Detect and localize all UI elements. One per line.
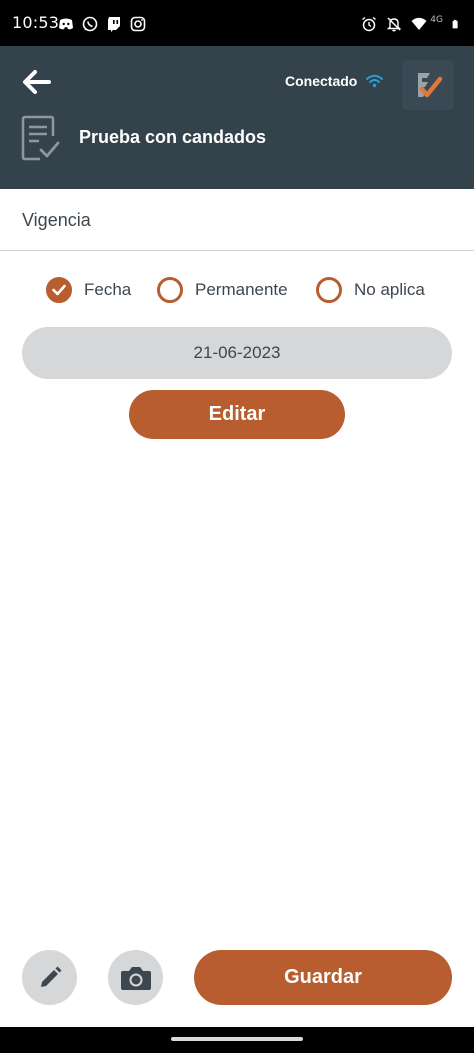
check-icon bbox=[52, 284, 66, 296]
vigencia-options: Fecha Permanente No aplica bbox=[0, 277, 474, 305]
app-header: Conectado Prueba con candados bbox=[0, 46, 474, 189]
checklist-document-icon bbox=[21, 115, 60, 161]
network-4g-label: 4G bbox=[430, 15, 443, 25]
battery-icon bbox=[452, 19, 458, 29]
radio-unchecked-icon bbox=[316, 277, 342, 303]
section-title: Vigencia bbox=[22, 210, 91, 230]
arrow-left-icon bbox=[23, 70, 51, 94]
twitch-icon bbox=[108, 17, 120, 32]
connection-status-label: Conectado bbox=[285, 73, 358, 89]
option-label: Fecha bbox=[84, 280, 132, 299]
option-permanente[interactable]: Permanente bbox=[157, 277, 288, 303]
camera-icon bbox=[120, 966, 151, 990]
whatsapp-icon bbox=[82, 16, 98, 32]
divider bbox=[0, 250, 474, 251]
option-no-aplica[interactable]: No aplica bbox=[316, 277, 425, 303]
discord-icon bbox=[59, 18, 73, 30]
camera-button[interactable] bbox=[108, 950, 163, 1005]
radio-unchecked-icon bbox=[157, 277, 183, 303]
notifications-off-icon bbox=[387, 17, 402, 32]
app-logo-icon bbox=[418, 73, 443, 98]
option-label: No aplica bbox=[354, 280, 425, 299]
wifi-icon bbox=[366, 74, 384, 88]
back-button[interactable] bbox=[18, 66, 54, 98]
app-logo bbox=[402, 60, 454, 110]
gesture-handle[interactable] bbox=[171, 1037, 303, 1041]
alarm-icon bbox=[362, 16, 377, 32]
pencil-icon bbox=[40, 966, 61, 987]
status-left-icons bbox=[58, 16, 146, 32]
date-field[interactable]: 21-06-2023 bbox=[22, 327, 452, 379]
edit-button[interactable]: Editar bbox=[129, 390, 345, 439]
radio-checked-icon bbox=[46, 277, 72, 303]
wifi-icon bbox=[411, 17, 427, 30]
option-fecha[interactable]: Fecha bbox=[46, 277, 131, 303]
status-time: 10:53 bbox=[12, 13, 60, 32]
save-button[interactable]: Guardar bbox=[194, 950, 452, 1005]
option-label: Permanente bbox=[195, 280, 288, 299]
connection-status: Conectado bbox=[285, 73, 384, 89]
instagram-icon bbox=[130, 16, 146, 32]
status-right-icons: 4G bbox=[361, 15, 462, 32]
system-navigation-bar bbox=[0, 1027, 474, 1053]
signature-button[interactable] bbox=[22, 950, 77, 1005]
status-bar: 10:53 4G bbox=[0, 0, 474, 46]
page-title: Prueba con candados bbox=[79, 127, 267, 147]
